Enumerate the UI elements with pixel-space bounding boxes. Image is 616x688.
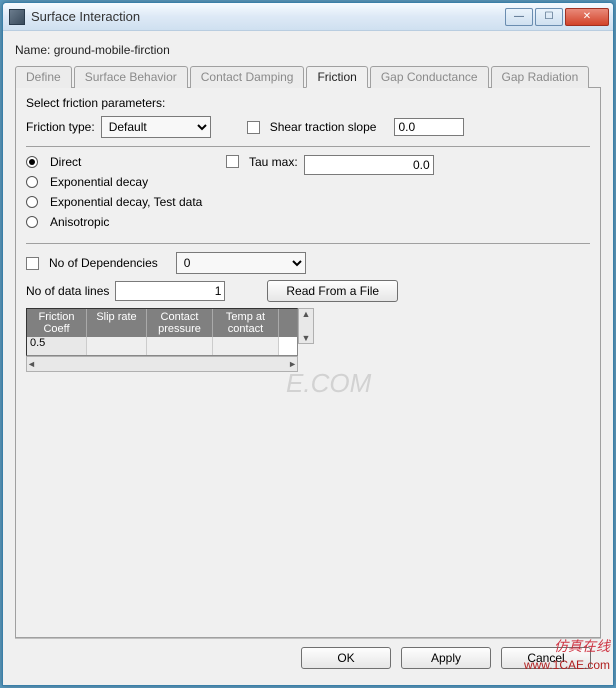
- cell-slip-rate[interactable]: [87, 337, 147, 355]
- name-label: Name:: [15, 43, 50, 57]
- divider-2: [26, 243, 590, 244]
- surface-interaction-window: Surface Interaction — ☐ ✕ Name: ground-m…: [2, 2, 614, 686]
- radio-anisotropic[interactable]: [26, 216, 38, 228]
- radio-exp-decay-label: Exponential decay: [50, 175, 148, 189]
- tau-max-input[interactable]: [304, 155, 434, 175]
- tab-bar: Define Surface Behavior Contact Damping …: [15, 65, 601, 88]
- name-value: ground-mobile-firction: [54, 43, 170, 57]
- data-table-wrap: Friction Coeff Slip rate Contact pressur…: [26, 308, 590, 372]
- data-table[interactable]: Friction Coeff Slip rate Contact pressur…: [26, 308, 298, 356]
- no-of-deps-checkbox[interactable]: [26, 257, 39, 270]
- titlebar[interactable]: Surface Interaction — ☐ ✕: [3, 3, 613, 31]
- window-title: Surface Interaction: [31, 9, 505, 24]
- cell-temp-at-contact[interactable]: [213, 337, 279, 355]
- scroll-down-icon[interactable]: ▼: [302, 333, 311, 343]
- tau-max-label: Tau max:: [249, 155, 298, 169]
- cell-friction-coeff[interactable]: 0.5: [27, 337, 87, 355]
- read-from-file-button[interactable]: Read From a File: [267, 280, 398, 302]
- friction-type-label: Friction type:: [26, 120, 95, 134]
- col-temp-at-contact: Temp at contact: [213, 309, 279, 337]
- shear-traction-checkbox[interactable]: [247, 121, 260, 134]
- app-icon: [9, 9, 25, 25]
- tau-max-checkbox[interactable]: [226, 155, 239, 168]
- watermark-url: www.1CAE.com: [524, 658, 610, 672]
- friction-type-select[interactable]: Default: [101, 116, 211, 138]
- table-row[interactable]: 0.5: [27, 337, 297, 355]
- no-of-deps-label: No of Dependencies: [49, 256, 158, 270]
- tab-contact-damping[interactable]: Contact Damping: [190, 66, 305, 88]
- tab-friction[interactable]: Friction: [306, 66, 367, 88]
- radio-direct-label: Direct: [50, 155, 81, 169]
- name-row: Name: ground-mobile-firction: [15, 43, 601, 57]
- col-friction-coeff: Friction Coeff: [27, 309, 87, 337]
- maximize-button[interactable]: ☐: [535, 8, 563, 26]
- tab-gap-radiation[interactable]: Gap Radiation: [491, 66, 590, 88]
- scroll-up-icon[interactable]: ▲: [302, 309, 311, 319]
- watermark-ghost: E.COM: [286, 368, 371, 399]
- dialog-content: Name: ground-mobile-firction Define Surf…: [3, 31, 613, 685]
- table-hscroll[interactable]: ◄ ►: [26, 356, 298, 372]
- table-header: Friction Coeff Slip rate Contact pressur…: [27, 309, 297, 337]
- col-slip-rate: Slip rate: [87, 309, 147, 337]
- no-of-lines-input[interactable]: [115, 281, 225, 301]
- table-vscroll[interactable]: ▲ ▼: [298, 308, 314, 344]
- ok-button[interactable]: OK: [301, 647, 391, 669]
- apply-button[interactable]: Apply: [401, 647, 491, 669]
- tab-surface-behavior[interactable]: Surface Behavior: [74, 66, 188, 88]
- tab-body-friction: E.COM Select friction parameters: Fricti…: [15, 88, 601, 638]
- minimize-button[interactable]: —: [505, 8, 533, 26]
- cell-contact-pressure[interactable]: [147, 337, 213, 355]
- shear-traction-input[interactable]: [394, 118, 464, 136]
- tab-gap-conductance[interactable]: Gap Conductance: [370, 66, 489, 88]
- radio-anisotropic-label: Anisotropic: [50, 215, 109, 229]
- dialog-button-row: OK Apply Cancel: [15, 638, 601, 677]
- no-of-lines-label: No of data lines: [26, 284, 109, 298]
- close-button[interactable]: ✕: [565, 8, 609, 26]
- radio-exp-decay-test[interactable]: [26, 196, 38, 208]
- tab-define[interactable]: Define: [15, 66, 72, 88]
- radio-exp-decay[interactable]: [26, 176, 38, 188]
- shear-traction-label: Shear traction slope: [270, 120, 377, 134]
- no-of-deps-select[interactable]: 0: [176, 252, 306, 274]
- scroll-right-icon[interactable]: ►: [288, 359, 297, 369]
- divider: [26, 146, 590, 147]
- radio-exp-decay-test-label: Exponential decay, Test data: [50, 195, 202, 209]
- scroll-left-icon[interactable]: ◄: [27, 359, 36, 369]
- friction-header: Select friction parameters:: [26, 96, 590, 110]
- radio-direct[interactable]: [26, 156, 38, 168]
- col-contact-pressure: Contact pressure: [147, 309, 213, 337]
